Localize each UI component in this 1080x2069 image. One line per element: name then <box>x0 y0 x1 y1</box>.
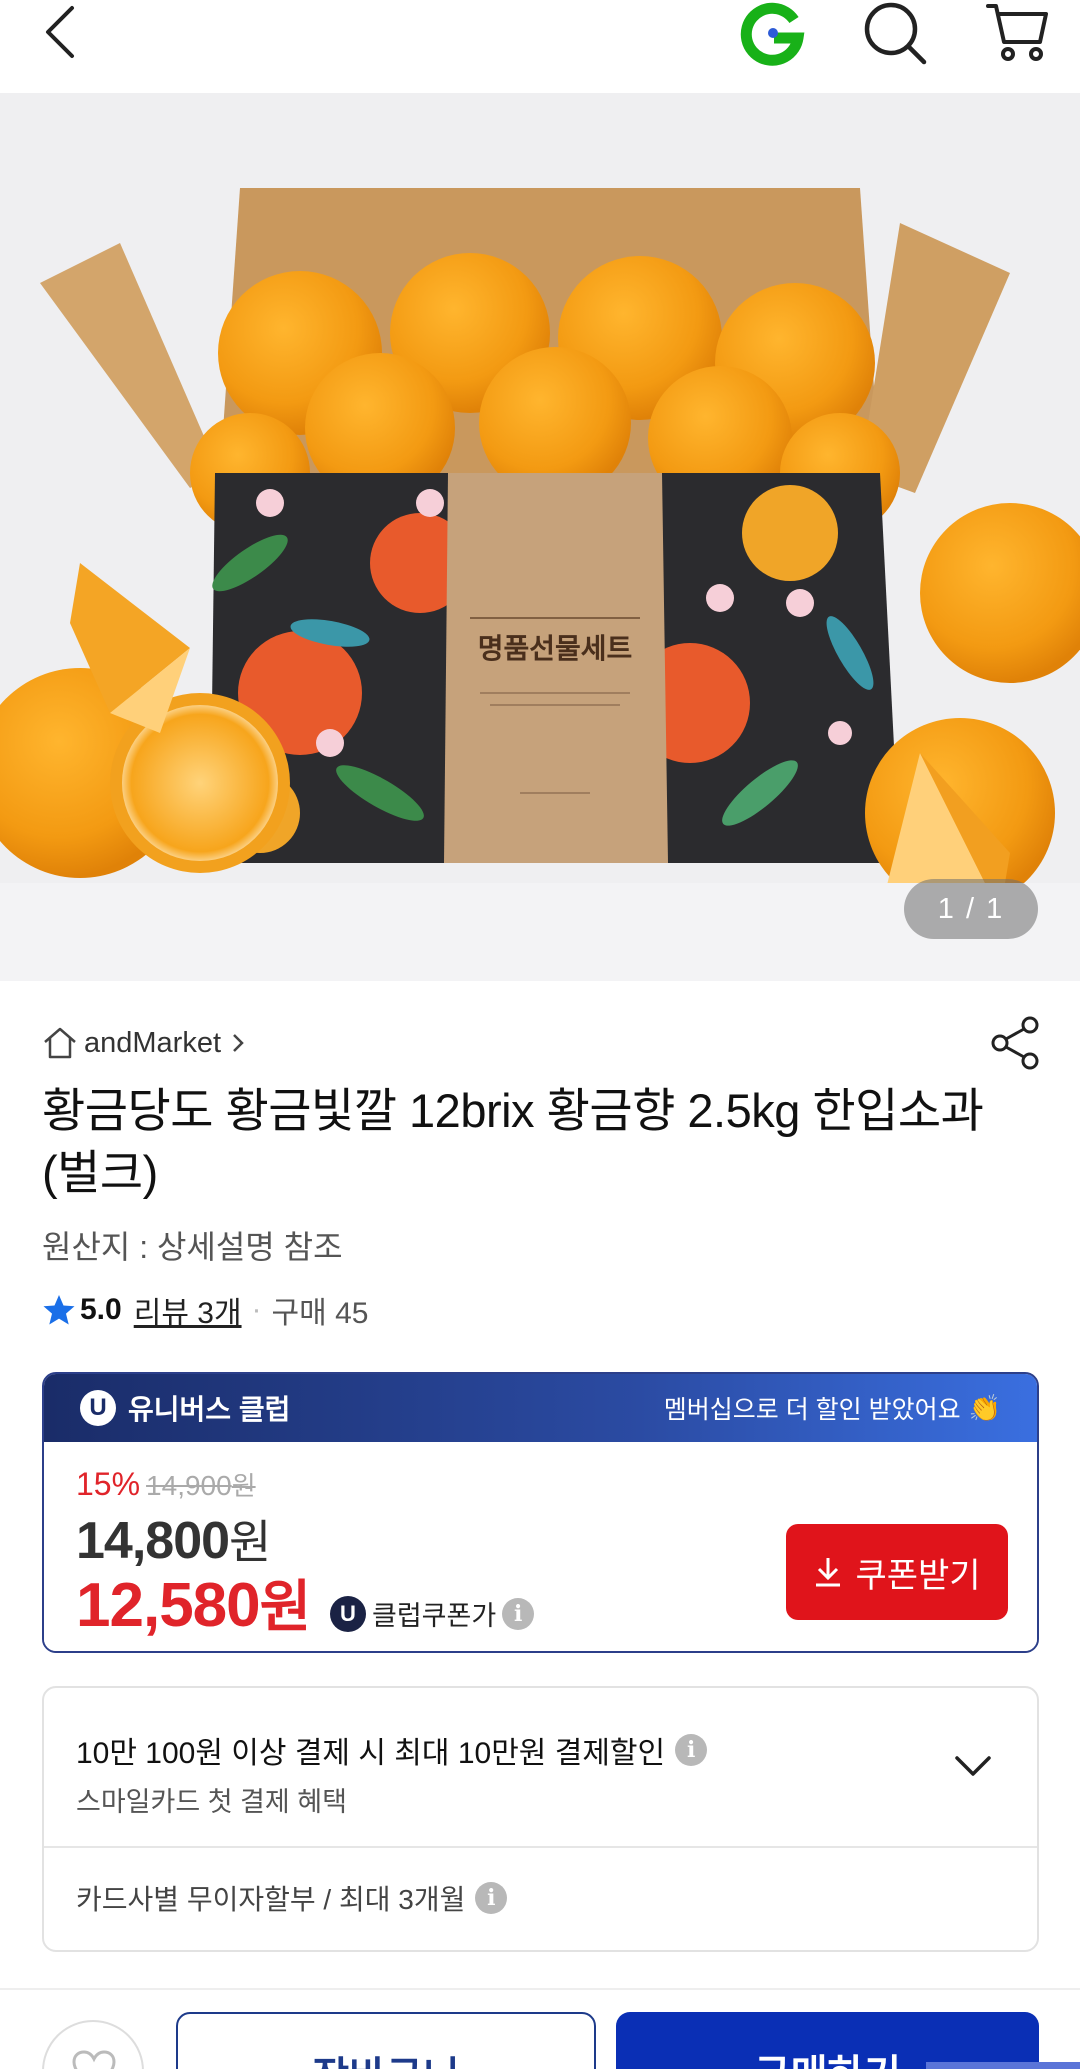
heart-icon <box>72 2050 116 2069</box>
discount-percent: 15% <box>76 1466 141 1502</box>
wishlist-button[interactable] <box>42 2020 144 2069</box>
card-discount-main: 10만 100원 이상 결제 시 최대 10만원 결제할인 i <box>76 1728 708 1772</box>
floating-tab <box>926 2062 1080 2069</box>
discount-line: 15% 14,900원 <box>76 1466 256 1503</box>
clap-emoji: 👏 <box>968 1392 1001 1423</box>
download-icon <box>816 1558 841 1587</box>
cart-icon[interactable] <box>986 0 1050 64</box>
installment-text: 카드사별 무이자할부 / 최대 3개월 <box>76 1884 466 1915</box>
chevron-right-icon <box>233 1034 244 1052</box>
info-icon[interactable]: i <box>475 1882 508 1914</box>
bottom-bar-divider <box>0 1988 1080 1990</box>
installment-row: 카드사별 무이자할부 / 최대 3개월 i <box>76 1878 508 1918</box>
top-navigation-bar <box>0 0 1080 93</box>
product-photo: 명품선물세트 <box>0 93 1080 981</box>
rating-row: 5.0 리뷰 3개 · 구매 45 <box>42 1290 368 1330</box>
card-discount-sub: 스마일카드 첫 결제 혜택 <box>76 1787 347 1817</box>
original-price-unit: 원 <box>231 1471 256 1501</box>
rating-score: 5.0 <box>80 1293 122 1326</box>
back-arrow-icon[interactable] <box>38 2 86 62</box>
club-price-value: 12,580 <box>76 1571 261 1640</box>
chevron-down-icon[interactable] <box>953 1746 993 1786</box>
club-label: 유니버스 클럽 <box>128 1394 291 1425</box>
sale-price-unit: 원 <box>229 1516 271 1568</box>
star-icon <box>43 1295 75 1325</box>
card-discount-row[interactable]: 10만 100원 이상 결제 시 최대 10만원 결제할인 i 스마일카드 첫 … <box>44 1688 1037 1848</box>
club-price-area: 15% 14,900원 14,800원 12,580원 U 클럽쿠폰가 i 쿠폰받… <box>44 1442 1037 1651</box>
download-coupon-button[interactable]: 쿠폰받기 <box>786 1524 1008 1620</box>
store-name: andMarket <box>84 1026 222 1059</box>
club-coupon-label: 클럽쿠폰가 <box>372 1601 497 1631</box>
purchase-count: 구매 45 <box>271 1297 369 1330</box>
share-icon[interactable] <box>990 1016 1040 1070</box>
coupon-button-label: 쿠폰받기 <box>855 1556 981 1595</box>
search-icon[interactable] <box>862 0 928 66</box>
universe-club-box: U 유니버스 클럽 멤버십으로 더 할인 받았어요 👏 15% 14,900원 1… <box>42 1372 1039 1653</box>
universe-club-badge: U <box>80 1390 116 1426</box>
club-header: U 유니버스 클럽 멤버십으로 더 할인 받았어요 👏 <box>44 1374 1037 1442</box>
info-icon[interactable]: i <box>502 1597 535 1630</box>
product-origin: 원산지 : 상세설명 참조 <box>42 1229 343 1265</box>
original-price: 14,900 <box>146 1470 232 1501</box>
add-to-cart-button[interactable]: 장바구니 <box>176 2012 596 2069</box>
club-coupon-price: 12,580원 <box>76 1562 312 1643</box>
payment-benefits-box: 10만 100원 이상 결제 시 최대 10만원 결제할인 i 스마일카드 첫 … <box>42 1686 1039 1952</box>
club-coupon-tag: U 클럽쿠폰가 i <box>330 1594 535 1633</box>
club-price-unit: 원 <box>259 1575 312 1638</box>
club-promo-text: 멤버십으로 더 할인 받았어요 <box>663 1396 961 1424</box>
image-page-counter: 1 / 1 <box>904 879 1038 939</box>
product-image-carousel[interactable]: 명품선물세트 1 / 1 <box>0 93 1080 981</box>
store-link[interactable]: andMarket <box>42 1023 247 1063</box>
review-count-link[interactable]: 리뷰 3개 <box>134 1288 242 1332</box>
product-title: 황금당도 황금빛깔 12brix 황금향 2.5kg 한입소과(벌크) <box>42 1084 984 1199</box>
buy-now-button[interactable]: 구매하기 <box>616 2012 1039 2069</box>
separator-dot: · <box>251 1293 262 1326</box>
home-icon <box>44 1027 76 1059</box>
card-discount-text: 10만 100원 이상 결제 시 최대 10만원 결제할인 <box>76 1737 666 1770</box>
gmarket-g-logo[interactable] <box>738 0 806 66</box>
universe-small-badge: U <box>330 1595 366 1632</box>
info-icon[interactable]: i <box>675 1734 708 1766</box>
box-label-text: 명품선물세트 <box>478 632 633 665</box>
